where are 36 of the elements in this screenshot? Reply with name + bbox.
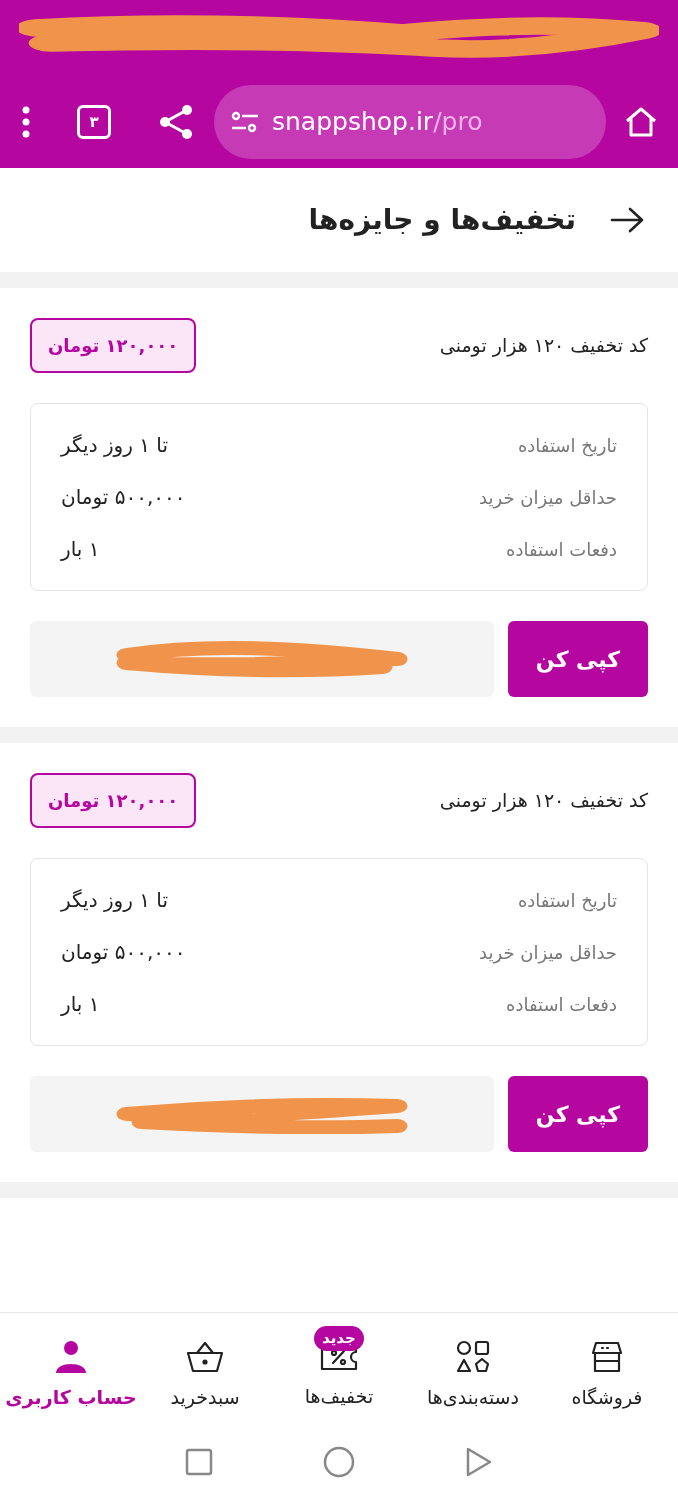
back-triangle-icon[interactable]	[465, 1446, 493, 1478]
coupon-title: کد تخفیف ۱۲۰ هزار تومنی	[439, 788, 648, 814]
detail-label: تاریخ استفاده	[517, 433, 617, 459]
code-field[interactable]	[30, 621, 494, 697]
detail-value: تا ۱ روز دیگر	[61, 887, 169, 914]
recents-square-icon[interactable]	[185, 1448, 213, 1476]
amount-badge: ۱۲۰,۰۰۰ تومان	[30, 318, 197, 373]
nav-tab[interactable]: دسته‌بندی‌ها	[406, 1325, 540, 1412]
detail-value: ۱ بار	[61, 536, 100, 563]
code-field[interactable]	[30, 1076, 494, 1152]
detail-label: دفعات استفاده	[506, 537, 617, 562]
new-badge: جدید	[314, 1326, 364, 1351]
nav-tab[interactable]: فروشگاه	[540, 1325, 674, 1412]
home-circle-icon[interactable]	[323, 1446, 355, 1478]
tab-count-button[interactable]: ۳	[77, 105, 111, 139]
amount-badge: ۱۲۰,۰۰۰ تومان	[30, 773, 197, 828]
detail-label: حداقل میزان خرید	[479, 940, 617, 966]
url-field[interactable]: snappshop.ir/pro	[214, 85, 606, 159]
nav-tab[interactable]: جدید تخفیف‌ها	[272, 1326, 406, 1411]
copy-button[interactable]: کپی کن	[508, 1076, 648, 1152]
back-arrow-icon[interactable]	[610, 207, 644, 233]
nav-tab[interactable]: حساب کاربری	[4, 1325, 138, 1412]
detail-label: تاریخ استفاده	[517, 888, 617, 914]
detail-value: ۵۰۰,۰۰۰ تومان	[61, 939, 186, 966]
detail-value: ۵۰۰,۰۰۰ تومان	[61, 484, 186, 511]
copy-button[interactable]: کپی کن	[508, 621, 648, 697]
detail-value: ۱ بار	[61, 991, 100, 1018]
detail-label: دفعات استفاده	[506, 992, 617, 1017]
detail-label: حداقل میزان خرید	[479, 485, 617, 511]
page-title: تخفیف‌ها و جایزه‌ها	[308, 202, 576, 238]
home-icon[interactable]	[624, 106, 658, 138]
detail-value: تا ۱ روز دیگر	[61, 432, 169, 459]
more-icon[interactable]	[20, 105, 32, 139]
nav-tab[interactable]: سبدخرید	[138, 1325, 272, 1412]
coupon-title: کد تخفیف ۱۲۰ هزار تومنی	[439, 333, 648, 359]
site-settings-icon	[230, 110, 260, 134]
